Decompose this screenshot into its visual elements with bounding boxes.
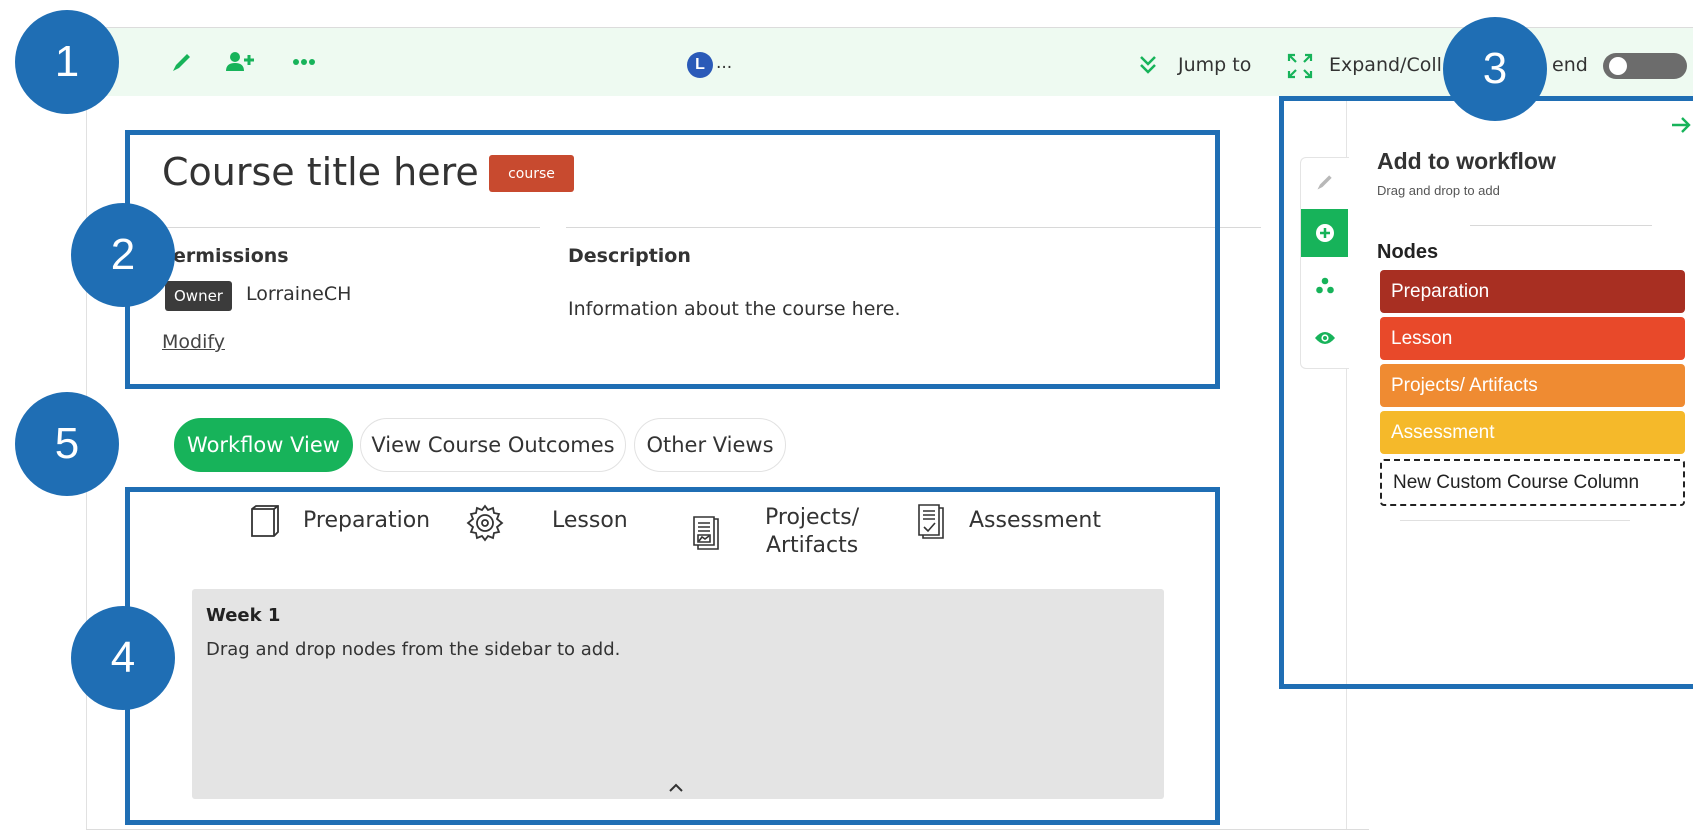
legend-label: end bbox=[1552, 54, 1588, 76]
legend-toggle-knob bbox=[1609, 57, 1627, 75]
callout-badge-4: 4 bbox=[71, 606, 175, 710]
add-user-icon[interactable] bbox=[223, 28, 259, 96]
user-avatar[interactable]: L bbox=[687, 52, 713, 78]
expand-collapse-button[interactable]: Expand/Coll bbox=[1329, 54, 1442, 76]
more-icon[interactable] bbox=[291, 28, 317, 96]
highlight-sidebar bbox=[1279, 96, 1693, 689]
callout-badge-3: 3 bbox=[1443, 17, 1547, 121]
jump-to-button[interactable]: Jump to bbox=[1178, 54, 1251, 76]
page-bottom-bar bbox=[86, 829, 1369, 840]
tab-other-views[interactable]: Other Views bbox=[634, 418, 786, 472]
tab-workflow-view[interactable]: Workflow View bbox=[174, 418, 353, 472]
user-more-text: ... bbox=[716, 53, 733, 73]
pencil-icon[interactable] bbox=[167, 28, 197, 96]
highlight-workflow-area bbox=[125, 487, 1220, 825]
highlight-course-header bbox=[125, 130, 1220, 389]
callout-badge-5: 5 bbox=[15, 392, 119, 496]
tab-view-course-outcomes[interactable]: View Course Outcomes bbox=[360, 418, 626, 472]
expand-collapse-icon[interactable] bbox=[1286, 52, 1314, 84]
double-chevron-down-icon[interactable] bbox=[1138, 54, 1158, 80]
callout-badge-2: 2 bbox=[71, 203, 175, 307]
callout-badge-1: 1 bbox=[15, 10, 119, 114]
